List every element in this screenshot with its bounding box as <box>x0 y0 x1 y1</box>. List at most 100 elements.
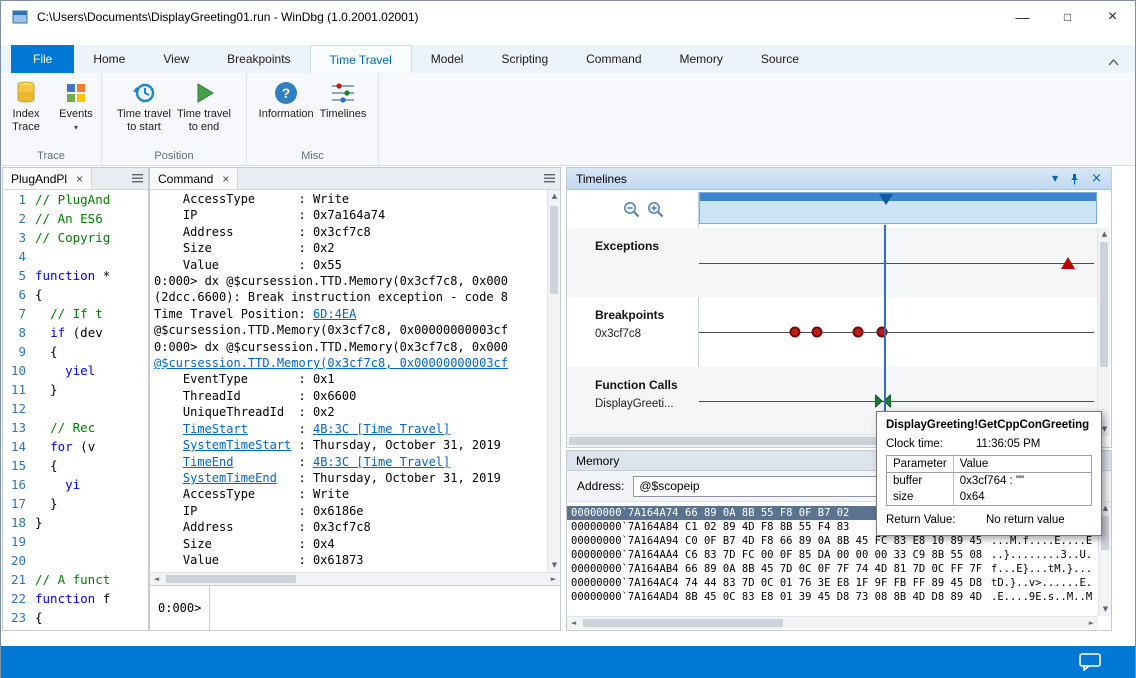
information-icon: ? <box>273 78 299 108</box>
ribbon-tab-command[interactable]: Command <box>567 45 660 73</box>
command-output-line: Time Travel Position: 6D:4EA <box>154 306 543 322</box>
zoom-out-icon[interactable] <box>623 201 641 222</box>
command-pane-tabstrip: Command × <box>150 168 560 190</box>
timeline-row-sublabel: 0x3cf7c8 <box>595 328 641 340</box>
ribbon-tab-model[interactable]: Model <box>412 45 483 73</box>
source-code[interactable]: 1// PlugAnd2// An ES63// Copyrig45functi… <box>3 190 148 630</box>
dml-link[interactable]: 6D:4EA <box>313 307 356 321</box>
address-input[interactable] <box>633 476 881 497</box>
dml-link[interactable]: SystemTimeEnd <box>183 471 277 485</box>
exception-marker[interactable] <box>1061 257 1075 269</box>
memory-ascii: ...M.f....E....E <box>991 534 1092 548</box>
code-text: yi <box>35 477 80 496</box>
timeline-band-cursor[interactable] <box>879 194 893 205</box>
line-number: 19 <box>3 534 35 553</box>
close-tab-icon[interactable]: × <box>76 173 83 185</box>
close-button[interactable]: × <box>1090 1 1135 33</box>
memory-row[interactable]: 00000000`7A164AD48B 45 0C 83 E8 01 39 45… <box>571 590 1098 604</box>
scrollbar-thumb[interactable] <box>583 619 783 627</box>
ribbon-button-time-travel-to-end[interactable]: Time travelto end <box>177 78 231 134</box>
timeline-cursor[interactable] <box>884 225 886 417</box>
zoom-in-icon[interactable] <box>647 201 665 222</box>
ribbon-tab-file[interactable]: File <box>11 45 74 73</box>
source-line: 18} <box>3 515 148 534</box>
timeline-overview-band[interactable] <box>699 192 1097 224</box>
code-text: // Rec <box>35 420 95 439</box>
source-pane: PlugAndPl × 1// PlugAnd2// An ES63// Cop… <box>2 167 149 631</box>
ribbon-tab-source[interactable]: Source <box>742 45 818 73</box>
ribbon-button-information[interactable]: ?Information <box>259 78 314 121</box>
command-output-line: ThreadId : 0x6600 <box>154 388 543 404</box>
command-output-line: Size : 0x2 <box>154 240 543 256</box>
memory-row[interactable]: 00000000`7A164AC474 44 83 7D 0C 01 76 3E… <box>571 576 1098 590</box>
maximize-button[interactable]: □ <box>1045 1 1090 33</box>
dml-link[interactable]: SystemTimeStart <box>183 438 291 452</box>
dml-link[interactable]: TimeStart <box>183 422 248 436</box>
ribbon-button-timelines[interactable]: Timelines <box>320 78 367 121</box>
close-pane-icon[interactable]: × <box>1091 172 1102 185</box>
memory-row[interactable]: 00000000`7A164AA4C6 83 7D FC 00 0F 85 DA… <box>571 548 1098 562</box>
dml-link[interactable]: @$cursession.TTD.Memory(0x3cf7c8, 0x0000… <box>154 356 508 370</box>
timeline-row-label: Breakpoints <box>595 308 664 322</box>
line-number: 16 <box>3 477 35 496</box>
command-output[interactable]: AccessType : Write IP : 0x7a164a74 Addre… <box>150 190 547 572</box>
ribbon-button-index-trace[interactable]: IndexTrace <box>4 78 48 134</box>
ribbon-button-events[interactable]: Events▾ <box>54 78 98 134</box>
scroll-right-icon[interactable]: ► <box>1085 617 1098 630</box>
ribbon-tab-breakpoints[interactable]: Breakpoints <box>208 45 309 73</box>
source-line: 6{ <box>3 287 148 306</box>
output-text: (2dcc.6600): Break instruction exception… <box>154 290 508 304</box>
breakpoint-marker[interactable] <box>853 326 864 337</box>
command-output-line: TimeStart : 4B:3C [Time Travel] <box>154 421 543 437</box>
ribbon-tab-home[interactable]: Home <box>74 45 144 73</box>
scrollbar-thumb[interactable] <box>166 575 296 583</box>
line-number: 6 <box>3 287 35 306</box>
param-value: 0x64 <box>953 489 1091 506</box>
breakpoint-marker[interactable] <box>876 326 887 337</box>
dml-link[interactable]: 4B:3C [Time Travel] <box>313 455 450 469</box>
ribbon-group-buttons: IndexTraceEvents▾ <box>1 73 101 134</box>
scrollbar-thumb[interactable] <box>1101 516 1109 550</box>
ribbon-button-time-travel-to-start[interactable]: Time travelto start <box>117 78 171 134</box>
memory-ascii: tD.}..v>......E. <box>991 576 1092 590</box>
breakpoint-marker[interactable] <box>812 326 823 337</box>
scroll-down-icon[interactable]: ▼ <box>548 559 561 572</box>
memory-horizontal-scrollbar: ◄ ► <box>567 616 1098 629</box>
scrollbar-thumb[interactable] <box>569 437 914 445</box>
command-output-line: EventType : 0x1 <box>154 371 543 387</box>
output-text: ThreadId : 0x6600 <box>154 389 356 403</box>
tab-command[interactable]: Command × <box>150 168 238 189</box>
collapse-ribbon-icon[interactable] <box>1108 55 1119 69</box>
scroll-left-icon[interactable]: ◄ <box>567 617 580 630</box>
scrollbar-thumb[interactable] <box>550 206 558 294</box>
ribbon-tab-view[interactable]: View <box>144 45 208 73</box>
tooltip-param-row: size0x64 <box>887 489 1092 506</box>
feedback-chat-icon[interactable] <box>1079 653 1101 671</box>
memory-row[interactable]: 00000000`7A164AB466 89 0A 8B 45 7D 0C 0F… <box>571 562 1098 576</box>
minimize-button[interactable]: — <box>1000 1 1045 33</box>
database-icon <box>14 78 38 108</box>
scrollbar-thumb[interactable] <box>1100 242 1108 367</box>
tab-source-file[interactable]: PlugAndPl × <box>3 168 92 189</box>
code-text: yiel <box>35 363 95 382</box>
scroll-down-icon[interactable]: ▼ <box>1099 603 1112 616</box>
dml-link[interactable]: 4B:3C [Time Travel] <box>313 422 450 436</box>
ribbon-tab-scripting[interactable]: Scripting <box>482 45 567 73</box>
command-input[interactable] <box>210 586 560 630</box>
pane-menu-icon[interactable] <box>132 174 143 183</box>
windbg-window: C:\Users\Documents\DisplayGreeting01.run… <box>0 0 1136 678</box>
tooltip-title: DisplayGreeting!GetCppConGreeting <box>886 419 1092 431</box>
breakpoint-marker[interactable] <box>789 326 800 337</box>
scroll-up-icon[interactable]: ▲ <box>548 190 561 203</box>
pane-dropdown-icon[interactable]: ▼ <box>1052 175 1058 183</box>
ribbon-tab-memory[interactable]: Memory <box>661 45 742 73</box>
close-tab-icon[interactable]: × <box>222 173 229 185</box>
command-vertical-scrollbar: ▲ ▼ <box>547 190 560 572</box>
source-line: 17 } <box>3 496 148 515</box>
pane-menu-icon[interactable] <box>544 174 555 183</box>
ribbon-tab-time-travel[interactable]: Time Travel <box>310 45 412 73</box>
pin-icon[interactable] <box>1069 173 1080 185</box>
dml-link[interactable]: TimeEnd <box>183 455 234 469</box>
memory-row[interactable]: 00000000`7A164A94C0 0F B7 4D F8 66 89 0A… <box>571 534 1098 548</box>
scroll-up-icon[interactable]: ▲ <box>1098 228 1111 241</box>
